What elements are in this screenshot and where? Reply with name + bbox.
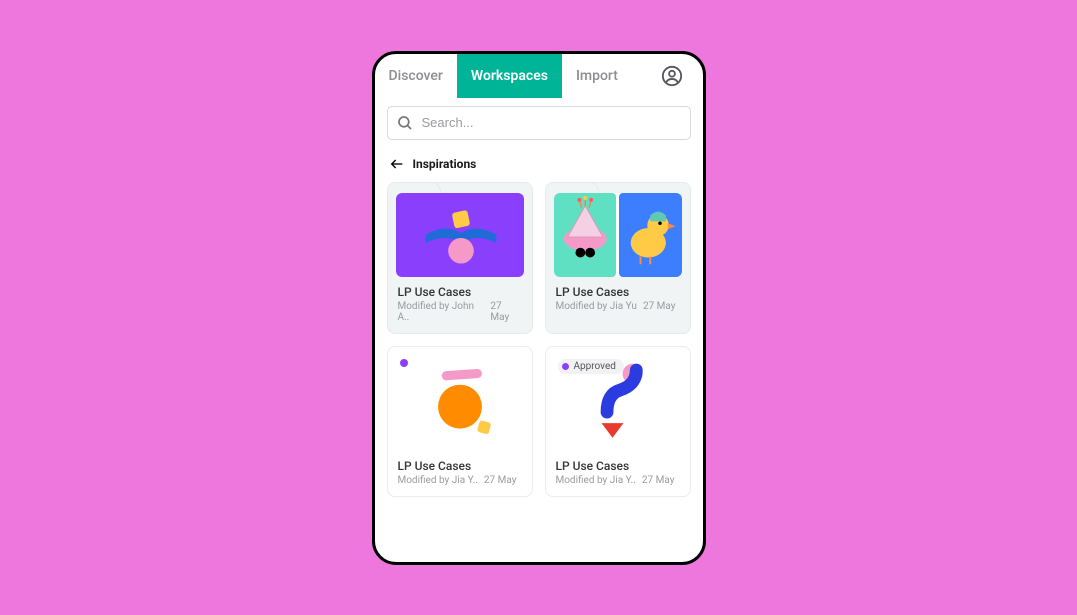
card-meta: Modified by Jia Y.. 27 May [556, 475, 680, 486]
back-arrow-icon[interactable] [389, 156, 405, 172]
breadcrumb: Inspirations [375, 150, 703, 182]
card-thumbnail [396, 193, 524, 277]
folder-tab [546, 183, 690, 193]
character-art-icon [554, 193, 617, 277]
abstract-art-icon [396, 355, 524, 451]
card-thumbnail [554, 193, 682, 277]
card-title: LP Use Cases [398, 285, 522, 299]
card-meta: Modified by Jia Y.. 27 May [398, 475, 522, 486]
user-icon [661, 65, 683, 87]
workspace-card[interactable]: Approved LP Use Cases Modified by Jia Y.… [545, 346, 691, 497]
card-title: LP Use Cases [556, 459, 680, 473]
breadcrumb-label: Inspirations [413, 157, 477, 171]
profile-button[interactable] [659, 63, 685, 89]
status-badge: Approved [558, 359, 624, 374]
top-tabs: Discover Workspaces Import [375, 54, 703, 98]
search-icon [396, 114, 414, 132]
app-window: Discover Workspaces Import Inspirations [372, 51, 706, 565]
card-title: LP Use Cases [398, 459, 522, 473]
status-dot-icon [562, 363, 569, 370]
search-input[interactable] [422, 115, 682, 130]
folder-card[interactable]: LP Use Cases Modified by Jia Yu 27 May [545, 182, 691, 334]
card-thumbnail [396, 355, 524, 451]
card-meta: Modified by Jia Yu 27 May [556, 301, 680, 312]
bird-art-icon [619, 193, 682, 277]
card-thumbnail: Approved [554, 355, 682, 451]
card-meta: Modified by John A.. 27 May [398, 301, 522, 323]
tab-discover[interactable]: Discover [375, 54, 457, 98]
card-grid: LP Use Cases Modified by John A.. 27 May [375, 182, 703, 497]
status-dot-icon [400, 359, 408, 367]
tab-workspaces[interactable]: Workspaces [457, 54, 562, 98]
tab-import[interactable]: Import [562, 54, 632, 98]
abstract-art-icon [396, 193, 524, 277]
card-title: LP Use Cases [556, 285, 680, 299]
workspace-card[interactable]: LP Use Cases Modified by Jia Y.. 27 May [387, 346, 533, 497]
folder-card[interactable]: LP Use Cases Modified by John A.. 27 May [387, 182, 533, 334]
search-box[interactable] [387, 106, 691, 140]
folder-tab [388, 183, 532, 193]
search-bar [375, 98, 703, 150]
